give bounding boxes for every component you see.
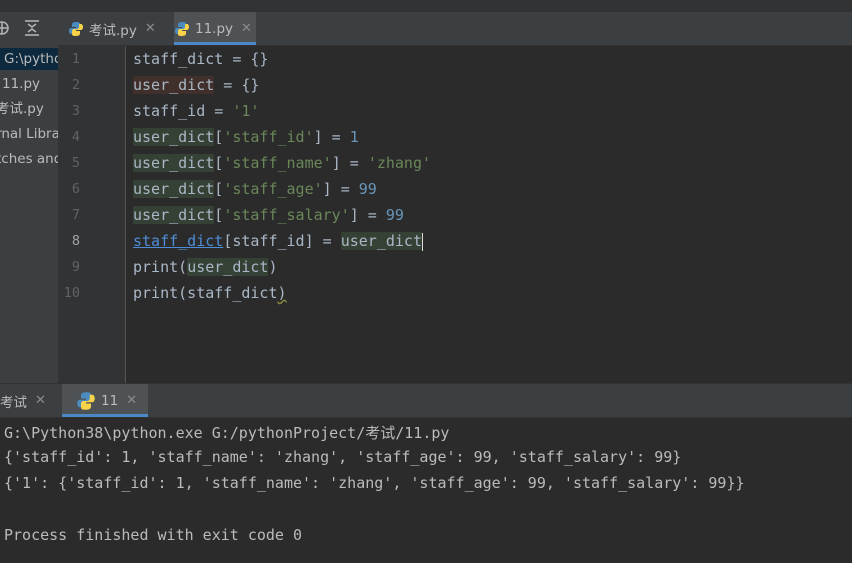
code-token: staff_dict [133, 50, 224, 68]
close-icon[interactable]: ✕ [35, 393, 46, 408]
tree-item-label: tches and [0, 151, 58, 167]
collapse-all-icon[interactable] [22, 18, 42, 38]
project-panel: G:\pytho 11.py 考试.py rnal Libra tches an… [0, 0, 58, 383]
code-token: 'staff_salary' [223, 206, 350, 224]
code-token: 'zhang' [367, 154, 432, 172]
code-token: ) [268, 258, 278, 276]
code-token: '1' [232, 102, 260, 120]
tree-item-external-libraries[interactable]: rnal Libra [0, 123, 58, 145]
code-line: staff_id = '1' [133, 101, 259, 121]
run-tab-bar: 考试 ✕ 11 ✕ [0, 384, 852, 418]
tree-item-label: 11.py [2, 76, 41, 92]
run-tab-11[interactable]: 11 ✕ [62, 384, 148, 417]
tab-label: 11.py [195, 20, 234, 37]
python-file-icon [68, 21, 84, 37]
code-token[interactable]: staff_dict [133, 232, 223, 250]
code-token: 99 [385, 206, 404, 224]
console-line: G:\Python38\python.exe G:/pythonProject/… [4, 424, 450, 442]
line-number: 4 [71, 129, 80, 145]
line-number: 5 [71, 155, 80, 171]
code-token: [ [214, 180, 224, 198]
code-line: user_dict['staff_id'] = 1 [133, 127, 359, 147]
editor-header-strip [58, 0, 852, 12]
code-token: user_dict [133, 180, 215, 198]
tab-label: 考试 [0, 394, 27, 411]
code-token: [ [214, 154, 224, 172]
code-token: [ [214, 128, 224, 146]
line-number: 6 [71, 181, 80, 197]
code-token: ] = [313, 128, 350, 146]
tree-item-scratches[interactable]: tches and [0, 148, 58, 170]
code-token: ] = [322, 180, 359, 198]
tab-kaoshi-py[interactable]: 考试.py ✕ [68, 12, 172, 45]
code-token: 'staff_id' [223, 128, 314, 146]
code-editor[interactable]: staff_dict = {} user_dict = {} staff_id … [126, 46, 852, 383]
code-token: user_dict [133, 128, 215, 146]
python-icon [76, 391, 96, 411]
code-token: user_dict [340, 232, 422, 250]
project-toolbar [0, 12, 58, 45]
code-token: user_dict [187, 258, 269, 276]
tab-label: 11 [101, 392, 119, 409]
code-token: staff_id = [133, 102, 233, 120]
run-tab-kaoshi[interactable]: 考试 ✕ [0, 384, 58, 417]
code-token: print(staff_dict [133, 284, 278, 302]
line-number: 3 [71, 103, 80, 119]
tree-item-label: G:\pytho [4, 51, 58, 67]
line-number: 7 [71, 207, 80, 223]
console-line: {'staff_id': 1, 'staff_name': 'zhang', '… [4, 448, 682, 466]
code-token: user_dict [133, 76, 215, 94]
line-number: 2 [71, 77, 80, 93]
code-token: 99 [358, 180, 377, 198]
python-file-icon [174, 21, 190, 37]
code-token: [ [214, 206, 224, 224]
tree-item-label: rnal Libra [0, 126, 58, 142]
tab-label: 考试.py [89, 22, 137, 39]
code-token: user_dict [133, 206, 215, 224]
line-number: 1 [71, 51, 80, 67]
tree-item-label: 考试.py [0, 101, 44, 117]
code-token: ] = [349, 206, 386, 224]
code-line: print(user_dict) [133, 257, 278, 277]
tree-item-project-root[interactable]: G:\pytho [0, 48, 58, 70]
code-line-current: staff_dict[staff_id] = user_dict [133, 231, 423, 251]
text-caret [422, 232, 423, 251]
code-line: user_dict = {} [133, 75, 259, 95]
code-token: ) [277, 284, 287, 302]
tab-11-py[interactable]: 11.py ✕ [174, 12, 256, 45]
code-token: 1 [349, 128, 359, 146]
code-token: 'staff_name' [223, 154, 332, 172]
close-icon[interactable]: ✕ [145, 21, 156, 36]
code-line: user_dict['staff_age'] = 99 [133, 179, 377, 199]
run-console-output[interactable]: G:\Python38\python.exe G:/pythonProject/… [0, 418, 852, 563]
code-token: 'staff_age' [223, 180, 323, 198]
code-token: print( [133, 258, 188, 276]
code-line: staff_dict = {} [133, 49, 268, 69]
line-number-current: 8 [71, 233, 80, 249]
tree-item-kaoshi-py[interactable]: 考试.py [0, 98, 44, 120]
code-token: = {} [223, 50, 269, 68]
code-token: ] = [331, 154, 368, 172]
code-token: [staff_id] = [223, 232, 341, 250]
code-token: user_dict [133, 154, 215, 172]
console-line: Process finished with exit code 0 [4, 526, 303, 544]
line-number: 10 [63, 285, 80, 301]
code-token: = {} [214, 76, 260, 94]
editor-tab-bar: 考试.py ✕ 11.py ✕ [58, 12, 852, 46]
panel-header-strip [0, 0, 58, 12]
locate-icon[interactable] [0, 18, 12, 38]
console-line: {'1': {'staff_id': 1, 'staff_name': 'zha… [4, 474, 745, 492]
line-number: 9 [71, 259, 80, 275]
tree-item-11-py[interactable]: 11.py [0, 73, 40, 95]
code-line: print(staff_dict) [133, 283, 287, 303]
line-number-gutter: 1 2 3 4 5 6 7 8 9 10 [58, 46, 126, 383]
close-icon[interactable]: ✕ [126, 393, 137, 408]
code-line: user_dict['staff_salary'] = 99 [133, 205, 404, 225]
close-icon[interactable]: ✕ [241, 21, 252, 36]
code-line: user_dict['staff_name'] = 'zhang' [133, 153, 431, 173]
